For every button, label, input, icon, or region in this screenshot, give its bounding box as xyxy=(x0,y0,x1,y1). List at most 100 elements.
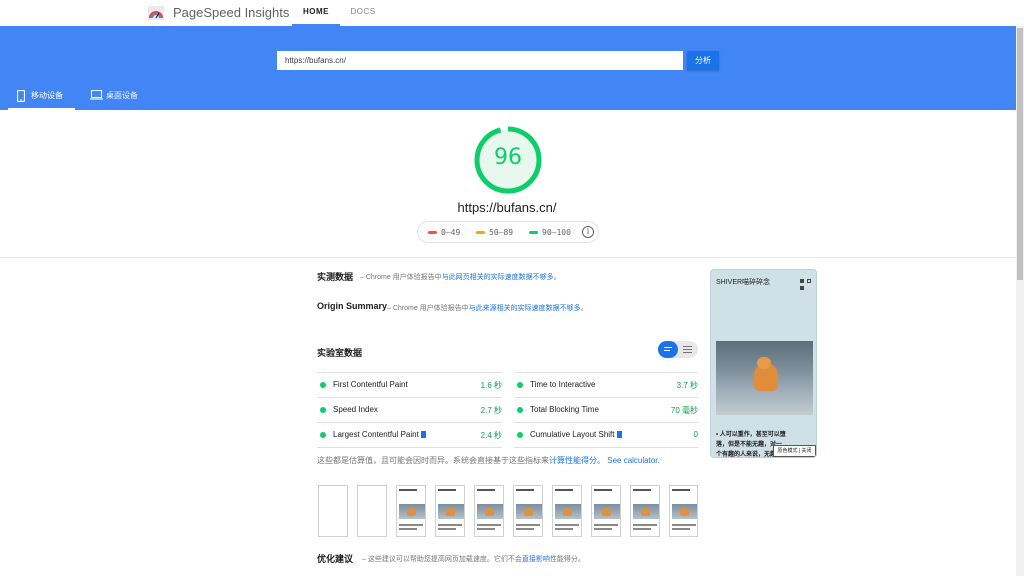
metric-cls-name: Cumulative Layout Shift xyxy=(530,430,615,439)
metric-divider xyxy=(514,372,698,373)
pagespeed-logo-icon xyxy=(148,6,164,20)
thumbnail-grid-icon xyxy=(800,286,804,290)
filmstrip-frame-blank xyxy=(357,485,387,537)
lab-data-note: 这些都是估算值，且可能会因时而异。系统会直接基于这些指标来计算性能得分。 See… xyxy=(317,455,660,466)
legend-average: 50–89 xyxy=(476,228,513,237)
metric-divider xyxy=(514,397,698,398)
opportunities-title: 优化建议 xyxy=(317,554,354,564)
expanded-view-icon[interactable] xyxy=(678,341,698,358)
metric-si-label: Speed Index xyxy=(333,405,378,414)
nav-home[interactable]: HOME xyxy=(292,0,340,26)
metric-pass-dot xyxy=(320,382,326,388)
tab-mobile-label: 移动设备 xyxy=(31,91,63,100)
search-header: 分析 移动设备 桌面设备 xyxy=(0,26,1016,110)
section-divider xyxy=(0,257,1016,258)
final-screenshot: SHIVER喵碎碎念 • 人可以重作，甚至可以堕落，但是不能无趣，对一个有趣的人… xyxy=(710,269,817,458)
metric-tbt-label: Total Blocking Time xyxy=(530,405,599,414)
thumbnail-mode-badge: 原色模式 | 关闭 xyxy=(773,445,816,457)
opportunities-description: – 这些建议可以帮助您提高网页加载速度。它们不会直接影响性能得分。 xyxy=(362,554,585,564)
origin-summary-link[interactable]: 与此来源相关的实际速度数据不够多 xyxy=(469,305,581,312)
metric-divider xyxy=(514,447,698,448)
filmstrip-frame xyxy=(396,485,426,537)
bookmark-icon[interactable] xyxy=(420,431,426,438)
bookmark-icon[interactable] xyxy=(616,431,622,438)
calculate-score-link[interactable]: 计算性能得分 xyxy=(549,456,597,465)
filmstrip-frame xyxy=(552,485,582,537)
field-data-desc-suffix: 。 xyxy=(553,274,561,281)
nav-docs[interactable]: DOCS xyxy=(346,0,380,26)
thumbnail-cat-photo xyxy=(716,341,813,415)
brand-title: PageSpeed Insights xyxy=(173,5,290,20)
field-data-link[interactable]: 与此网页相关的实际速度数据不够多 xyxy=(442,274,554,281)
field-data-description: – Chrome 用户体验报告中与此网页相关的实际速度数据不够多。 xyxy=(360,272,561,282)
metric-tti-value: 3.7 秒 xyxy=(676,381,698,390)
metric-divider xyxy=(317,447,502,448)
thumbnail-site-title: SHIVER喵碎碎念 xyxy=(716,279,771,286)
legend-good: 90–100 xyxy=(529,228,571,237)
opt-desc-suffix: 性能得分。 xyxy=(549,556,585,563)
score-legend: 0–49 50–89 90–100 i xyxy=(417,221,599,243)
legend-poor-swatch xyxy=(428,231,437,234)
compact-view-icon[interactable] xyxy=(658,341,678,358)
metric-divider xyxy=(317,397,502,398)
legend-average-label: 50–89 xyxy=(489,228,514,237)
opt-desc-prefix: – 这些建议可以帮助您提高网页加载速度。它们不会 xyxy=(362,556,522,563)
note-middle: 。 xyxy=(597,456,605,465)
origin-summary-description: – Chrome 用户体验报告中与此来源相关的实际速度数据不够多。 xyxy=(387,303,588,313)
thumbnail-menu-icon xyxy=(800,279,804,283)
metric-pass-dot xyxy=(320,407,326,413)
legend-good-label: 90–100 xyxy=(542,228,571,237)
filmstrip-frame-blank xyxy=(318,485,348,537)
filmstrip-frame xyxy=(630,485,660,537)
tab-desktop-label: 桌面设备 xyxy=(106,91,138,100)
metric-lcp-value: 2.4 秒 xyxy=(480,431,502,440)
metric-divider xyxy=(317,422,502,423)
metric-pass-dot xyxy=(517,382,523,388)
see-calculator-link[interactable]: See calculator. xyxy=(607,456,659,465)
top-bar: PageSpeed Insights HOME DOCS xyxy=(0,0,1024,26)
legend-poor-label: 0–49 xyxy=(441,228,461,237)
analyze-button[interactable]: 分析 xyxy=(687,51,719,70)
metric-cls-value: 0 xyxy=(693,430,698,439)
filmstrip-frame xyxy=(435,485,465,537)
scrollbar-thumb[interactable] xyxy=(1017,28,1023,280)
metric-fcp-label: First Contentful Paint xyxy=(333,380,408,389)
filmstrip-frame xyxy=(669,485,698,537)
metric-pass-dot xyxy=(517,432,523,438)
field-data-title: 实测数据 xyxy=(317,272,354,282)
mobile-icon xyxy=(17,90,25,102)
metric-divider xyxy=(514,422,698,423)
origin-summary-title: Origin Summary xyxy=(317,301,388,311)
filmstrip-frame xyxy=(474,485,504,537)
metric-tti-label: Time to Interactive xyxy=(530,380,596,389)
performance-score-value: 96 xyxy=(494,145,522,170)
tested-url: https://bufans.cn/ xyxy=(457,200,557,215)
metric-tbt-value: 70 毫秒 xyxy=(670,406,698,415)
lab-data-title: 实验室数据 xyxy=(317,348,363,358)
field-data-desc-prefix: – Chrome 用户体验报告中 xyxy=(360,274,442,281)
tab-desktop[interactable]: 桌面设备 xyxy=(84,85,156,110)
metric-fcp-value: 1.6 秒 xyxy=(480,381,502,390)
filmstrip-frame xyxy=(591,485,621,537)
metric-si-value: 2.7 秒 xyxy=(480,406,502,415)
note-prefix: 这些都是估算值，且可能会因时而异。系统会直接基于这些指标来 xyxy=(317,456,549,465)
metric-lcp-label: Largest Contentful Paint xyxy=(333,430,426,439)
filmstrip-frame xyxy=(513,485,543,537)
origin-summary-desc-prefix: – Chrome 用户体验报告中 xyxy=(387,305,469,312)
tab-mobile[interactable]: 移动设备 xyxy=(8,85,75,110)
metric-pass-dot xyxy=(320,432,326,438)
origin-summary-desc-suffix: 。 xyxy=(580,305,588,312)
desktop-icon xyxy=(90,90,103,100)
metric-pass-dot xyxy=(517,407,523,413)
metric-cls-label: Cumulative Layout Shift xyxy=(530,430,622,439)
thumbnail-close-icon xyxy=(807,279,811,283)
info-icon[interactable]: i xyxy=(582,226,594,238)
metrics-view-toggle[interactable] xyxy=(658,341,698,358)
metric-lcp-name: Largest Contentful Paint xyxy=(333,430,419,439)
legend-average-swatch xyxy=(476,231,485,234)
url-input[interactable] xyxy=(277,51,683,70)
metric-divider xyxy=(317,372,502,373)
direct-impact-link[interactable]: 直接影响 xyxy=(522,556,550,563)
legend-good-swatch xyxy=(529,231,538,234)
legend-poor: 0–49 xyxy=(428,228,460,237)
